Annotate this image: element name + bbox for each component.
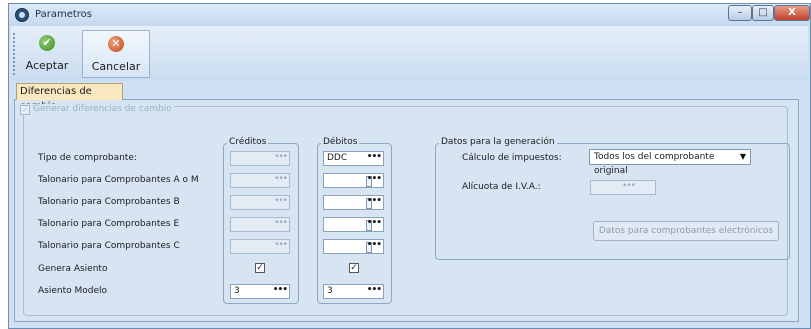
genera-asiento-label: Genera Asiento — [38, 264, 108, 274]
dropdown-arrow-icon: ▼ — [739, 152, 746, 161]
credito-asiento-modelo-value: 3 — [234, 286, 240, 296]
alicuota-iva-label: Alícuota de I.V.A.: — [462, 182, 541, 192]
generar-diferencias-checkbox: ✓ Generar diferencias de cambio — [18, 104, 174, 115]
talonario-a-m-label: Talonario para Comprobantes A o M — [38, 175, 199, 185]
asiento-modelo-label: Asiento Modelo — [38, 286, 108, 296]
accept-button[interactable]: ✔ Aceptar — [21, 30, 73, 78]
debito-talonario-e-field[interactable]: ••• — [323, 217, 384, 232]
calculo-impuestos-label: Cálculo de impuestos: — [462, 153, 562, 163]
creditos-title: Créditos — [227, 137, 269, 147]
lookup-button: ••• — [274, 152, 288, 162]
debito-genera-asiento-checkbox[interactable]: ✓ — [349, 263, 359, 273]
maximize-button[interactable]: □ — [752, 5, 774, 21]
talonario-e-label: Talonario para Comprobantes E — [38, 219, 180, 229]
credito-genera-asiento-checkbox[interactable]: ✓ — [255, 263, 265, 273]
debito-talonario-a-m-field[interactable]: ••• — [323, 173, 384, 188]
lookup-button[interactable]: ••• — [367, 218, 382, 228]
credito-talonario-a-m-field: ••• — [230, 173, 290, 188]
tab-diferencias-de-cambio[interactable]: Diferencias de cambio — [16, 83, 123, 112]
x-circle-icon: ✕ — [108, 36, 124, 52]
lookup-button: ••• — [274, 218, 288, 228]
lookup-button: ••• — [622, 181, 636, 191]
calculo-impuestos-select[interactable]: Todos los del comprobante original ▼ — [589, 149, 751, 176]
lookup-button[interactable]: ••• — [367, 174, 382, 184]
talonario-b-label: Talonario para Comprobantes B — [38, 197, 180, 207]
alicuota-iva-field: ••• — [590, 180, 656, 195]
talonario-c-label: Talonario para Comprobantes C — [38, 241, 180, 251]
credito-talonario-b-field: ••• — [230, 195, 290, 210]
toolbar-grip[interactable] — [13, 33, 18, 75]
lookup-button[interactable]: ••• — [367, 240, 382, 250]
check-icon: ✔ — [39, 35, 55, 51]
generar-diferencias-label: Generar diferencias de cambio — [33, 104, 172, 114]
datos-title: Datos para la generación — [439, 137, 557, 147]
title-bar: Parametros – □ X — [9, 4, 810, 26]
debito-asiento-modelo-field[interactable]: 3 ••• — [323, 284, 384, 299]
credito-talonario-c-field: ••• — [230, 239, 290, 254]
lookup-button: ••• — [274, 196, 288, 206]
debito-tipo-field[interactable]: DDC ••• — [323, 151, 384, 166]
lookup-button: ••• — [274, 174, 288, 184]
lookup-button[interactable]: ••• — [367, 285, 382, 295]
credito-talonario-e-field: ••• — [230, 217, 290, 232]
lookup-button: ••• — [274, 240, 288, 250]
lookup-button[interactable]: ••• — [367, 196, 382, 206]
app-icon — [15, 8, 29, 22]
cancel-button[interactable]: ✕ Cancelar — [82, 30, 150, 78]
lookup-button[interactable]: ••• — [367, 152, 382, 162]
toolbar: ✔ Aceptar ✕ Cancelar — [11, 26, 808, 81]
tipo-comprobante-label: Tipo de comprobante: — [38, 153, 137, 163]
credito-tipo-field: ••• — [230, 151, 290, 166]
debito-talonario-c-field[interactable]: ••• — [323, 239, 384, 254]
lookup-button[interactable]: ••• — [273, 285, 288, 295]
minimize-button[interactable]: – — [728, 5, 752, 21]
checkbox-icon: ✓ — [20, 105, 30, 115]
credito-asiento-modelo-field[interactable]: 3 ••• — [230, 284, 290, 299]
debito-talonario-b-field[interactable]: ••• — [323, 195, 384, 210]
datos-electronicos-button: Datos para comprobantes electrónicos — [593, 221, 779, 241]
debito-tipo-value: DDC — [327, 153, 348, 163]
close-button[interactable]: X — [774, 5, 810, 21]
debito-asiento-modelo-value: 3 — [327, 286, 333, 296]
window-title: Parametros — [35, 9, 92, 20]
debitos-title: Débitos — [321, 137, 360, 147]
cancel-label: Cancelar — [91, 60, 141, 73]
accept-label: Aceptar — [25, 59, 69, 72]
